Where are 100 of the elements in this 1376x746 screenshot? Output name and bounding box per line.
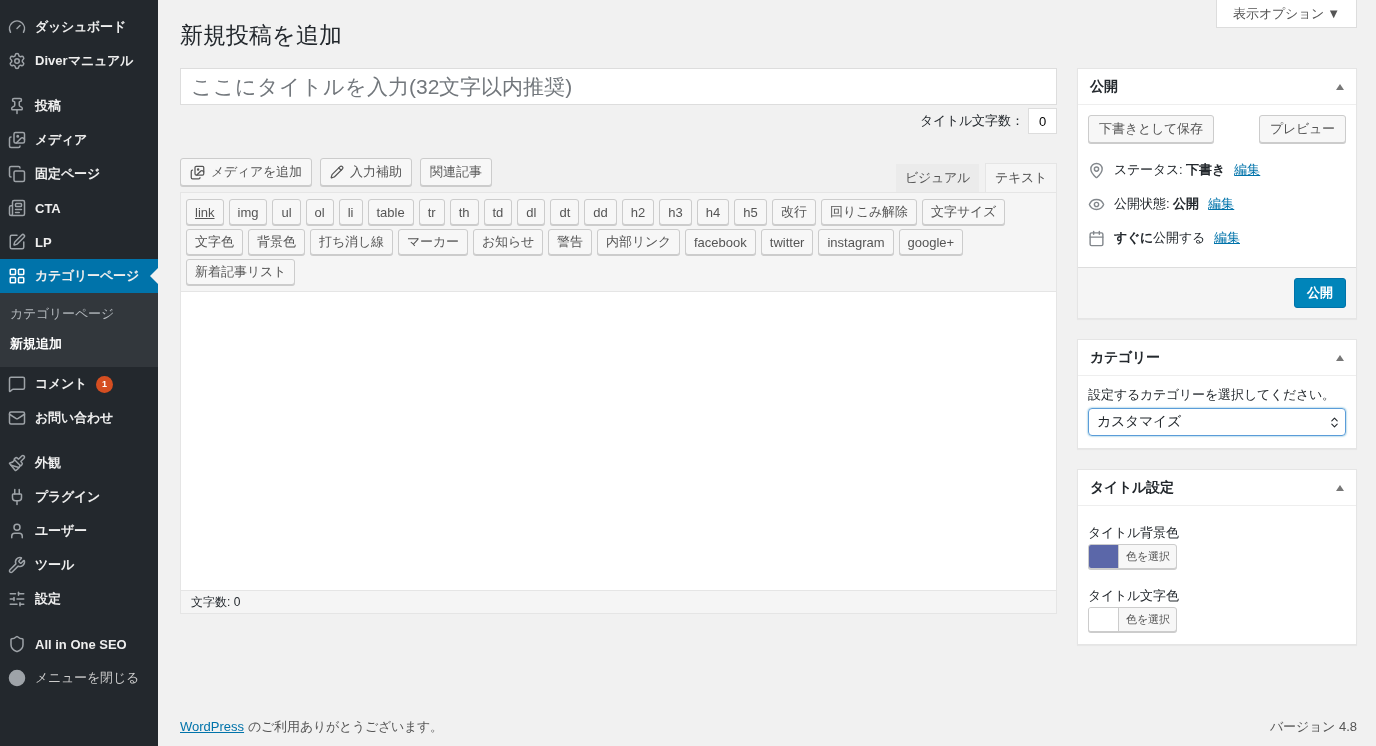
color-picker-button[interactable]: 色を選択: [1088, 607, 1177, 632]
quicktag-button[interactable]: 警告: [548, 229, 592, 255]
sidebar-item[interactable]: ユーザー: [0, 514, 158, 548]
quicktag-button[interactable]: li: [338, 199, 363, 225]
quicktag-button[interactable]: 回りこみ解除: [820, 199, 917, 225]
media-icon: [8, 131, 26, 149]
quicktag-button[interactable]: td: [483, 199, 513, 225]
quicktag-button[interactable]: tr: [418, 199, 445, 225]
quicktag-button[interactable]: dl: [517, 199, 546, 225]
color-picker-button[interactable]: 色を選択: [1088, 544, 1177, 569]
sidebar-item[interactable]: 固定ページ: [0, 157, 158, 191]
submenu-item[interactable]: カテゴリーページ: [0, 299, 158, 329]
wordpress-link[interactable]: WordPress: [180, 719, 245, 734]
quicktag-button[interactable]: お知らせ: [473, 229, 543, 255]
collapse-icon[interactable]: [1336, 83, 1344, 90]
quicktag-button[interactable]: 文字サイズ: [921, 199, 1005, 225]
preview-button[interactable]: プレビュー: [1259, 115, 1346, 143]
shield-icon: [8, 635, 26, 653]
sidebar-item[interactable]: Diverマニュアル: [0, 44, 158, 78]
sidebar-item[interactable]: メニューを閉じる: [0, 661, 158, 695]
sidebar-item[interactable]: 設定: [0, 582, 158, 616]
publish-info: ステータス: 下書き: [1114, 161, 1226, 179]
panel-title: カテゴリー: [1090, 348, 1160, 367]
quicktag-button[interactable]: ul: [272, 199, 301, 225]
quicktag-button[interactable]: 文字色: [186, 229, 243, 255]
quicktag-button[interactable]: 打ち消し線: [310, 229, 393, 255]
quicktag-button[interactable]: h5: [734, 199, 767, 225]
sidebar-item[interactable]: コメント 1: [0, 367, 158, 401]
save-draft-button[interactable]: 下書きとして保存: [1088, 115, 1214, 143]
quicktag-button[interactable]: dd: [584, 199, 617, 225]
sidebar-item[interactable]: お問い合わせ: [0, 401, 158, 435]
mail-icon: [8, 409, 26, 427]
dashboard-icon: [8, 18, 26, 36]
footer-text: WordPress のご利用ありがとうございます。: [180, 718, 443, 736]
quicktag-button[interactable]: 改行: [771, 199, 816, 225]
pencil-icon: [330, 165, 344, 179]
edit-link[interactable]: 編集: [1208, 195, 1235, 213]
sidebar-item[interactable]: LP: [0, 225, 158, 259]
quicktag-button[interactable]: h2: [621, 199, 655, 225]
quicktag-button[interactable]: th: [449, 199, 479, 225]
sidebar-item[interactable]: CTA: [0, 191, 158, 225]
sidebar-item[interactable]: All in One SEO: [0, 627, 158, 661]
quicktag-button[interactable]: 背景色: [248, 229, 305, 255]
sidebar-item[interactable]: ツール: [0, 548, 158, 582]
quicktag-button[interactable]: twitter: [760, 229, 814, 255]
quicktag-button[interactable]: facebook: [685, 229, 756, 255]
quicktag-button[interactable]: table: [367, 199, 414, 225]
sidebar-item[interactable]: プラグイン: [0, 480, 158, 514]
editor-tab[interactable]: ビジュアル: [895, 163, 980, 192]
select-arrows-icon: [1328, 415, 1341, 429]
quicktag-button[interactable]: h3: [659, 199, 692, 225]
quicktag-button[interactable]: h4: [696, 199, 730, 225]
color-label: タイトル背景色: [1088, 524, 1180, 542]
quicktag-button[interactable]: ol: [305, 199, 334, 225]
screen-options-button[interactable]: 表示オプション ▼: [1215, 0, 1357, 28]
collapse-icon[interactable]: [1336, 484, 1344, 491]
newspaper-icon: [8, 199, 26, 217]
version-text: バージョン 4.8: [1270, 718, 1357, 736]
quicktag-button[interactable]: instagram: [818, 229, 894, 255]
grid-icon: [8, 267, 26, 285]
title-count-field[interactable]: 0: [1028, 108, 1057, 134]
user-icon: [8, 522, 26, 540]
quicktag-button[interactable]: link: [186, 199, 224, 225]
title-input[interactable]: ここにタイトルを入力(32文字以内推奨): [180, 68, 1057, 105]
panel-title: タイトル設定: [1090, 478, 1174, 497]
collapse-icon[interactable]: [1336, 354, 1344, 361]
sliders-icon: [8, 590, 26, 608]
title-count-label: タイトル文字数：: [920, 112, 1024, 130]
quicktag-button[interactable]: img: [228, 199, 268, 225]
sidebar-item[interactable]: 外観: [0, 446, 158, 480]
comment-icon: [8, 375, 26, 393]
word-count: 文字数: 0: [180, 591, 1057, 614]
sidebar-item[interactable]: メディア: [0, 123, 158, 157]
editor-button[interactable]: 関連記事: [420, 158, 492, 186]
edit-icon: [8, 233, 26, 251]
edit-link[interactable]: 編集: [1234, 161, 1261, 179]
sidebar-item[interactable]: 投稿: [0, 89, 158, 123]
sidebar-item[interactable]: ダッシュボード: [0, 10, 158, 44]
calendar-icon: [1088, 229, 1105, 247]
editor-button[interactable]: 入力補助: [320, 158, 412, 186]
quicktag-button[interactable]: 新着記事リスト: [186, 259, 295, 285]
pin-icon: [8, 97, 26, 115]
editor-tab[interactable]: テキスト: [985, 163, 1057, 192]
settings-icon: [8, 52, 26, 70]
submenu-item[interactable]: 新規追加: [0, 329, 158, 359]
editor-button[interactable]: メディアを追加: [180, 158, 312, 186]
sidebar-item[interactable]: カテゴリーページ: [0, 259, 158, 293]
page-title: 新規投稿を追加: [180, 21, 343, 50]
panel-title: 公開: [1090, 77, 1118, 96]
publish-button[interactable]: 公開: [1294, 278, 1346, 308]
category-select[interactable]: カスタマイズ: [1088, 408, 1346, 436]
quicktag-button[interactable]: google+: [898, 229, 964, 255]
publish-info: すぐに公開する: [1114, 229, 1205, 247]
wrench-icon: [8, 556, 26, 574]
quicktag-button[interactable]: 内部リンク: [597, 229, 680, 255]
edit-link[interactable]: 編集: [1214, 229, 1240, 247]
media-icon: [190, 164, 205, 180]
quicktag-button[interactable]: マーカー: [398, 229, 468, 255]
category-label: 設定するカテゴリーを選択してください。: [1088, 386, 1336, 404]
quicktag-button[interactable]: dt: [550, 199, 580, 225]
